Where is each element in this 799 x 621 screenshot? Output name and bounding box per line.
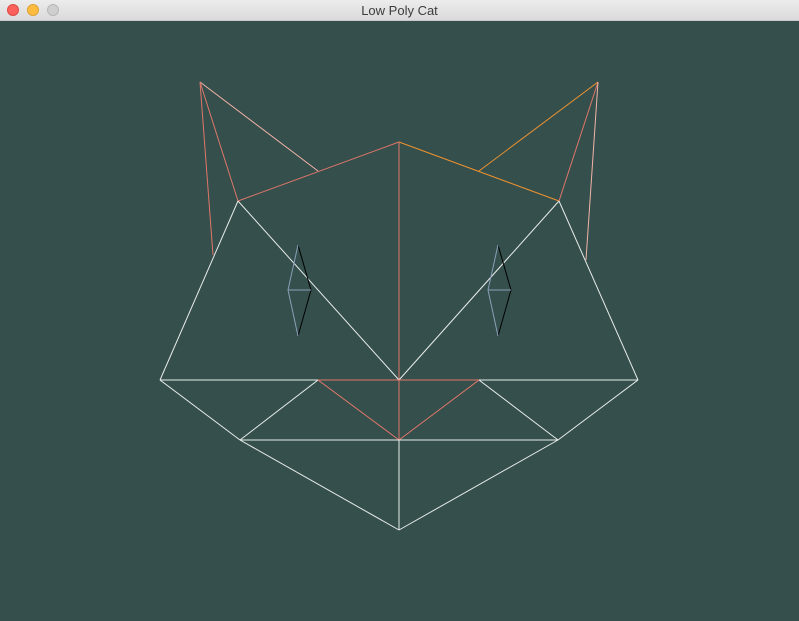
app-window: Low Poly Cat: [0, 0, 799, 621]
left-cheek-edge: [159, 200, 239, 381]
muzzle-right-diagonal: [478, 379, 559, 441]
left-ear-outer-edge: [199, 81, 319, 172]
left-ear-back-edge: [199, 81, 214, 256]
muzzle-left-diagonal: [239, 379, 319, 441]
chin-right-edge: [398, 439, 559, 531]
right-cheek-edge: [558, 200, 639, 381]
right-face-diagonal: [398, 200, 560, 381]
low-poly-cat-wireframe: [159, 81, 639, 531]
jaw-right-upper: [557, 379, 639, 441]
left-face-diagonal: [237, 200, 400, 381]
right-eye-bottom-left: [487, 289, 499, 337]
nose-right-edge: [398, 379, 480, 441]
right-eye-top-left: [487, 244, 499, 291]
right-ear-inner-edge: [558, 81, 599, 202]
jaw-left-upper: [159, 379, 241, 441]
left-eye-top-left: [287, 244, 299, 291]
right-ear-back-edge: [585, 81, 599, 261]
left-eye-bottom-left: [287, 289, 299, 337]
forehead-left-edge: [237, 141, 400, 202]
right-ear-outer-edge: [478, 81, 599, 172]
left-ear-inner-edge: [199, 81, 239, 202]
nose-left-edge: [317, 379, 400, 441]
right-eye-bottom-right: [497, 289, 512, 337]
chin-left-edge: [239, 439, 400, 531]
left-eye-top-right: [297, 244, 312, 291]
left-eye-bottom-right: [297, 289, 312, 337]
cat-wireframe-group: [159, 81, 639, 531]
forehead-right-edge: [398, 141, 560, 202]
